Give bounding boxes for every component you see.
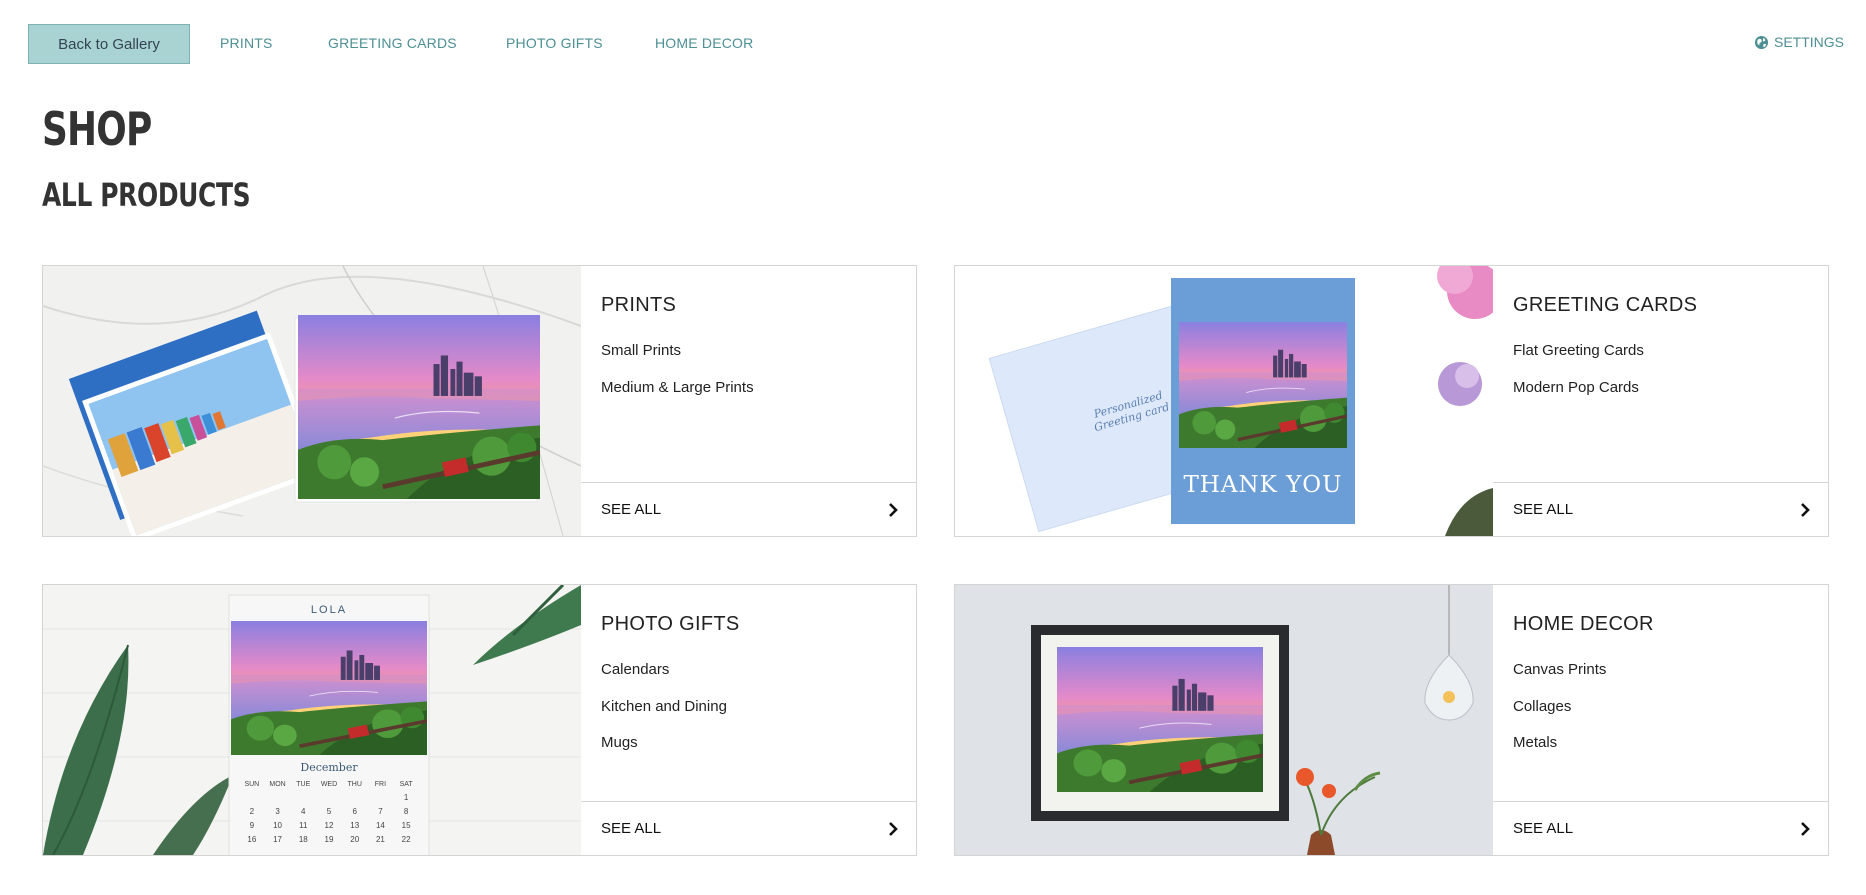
calendar-day: 20 — [350, 835, 360, 844]
calendar-day: 15 — [401, 821, 411, 830]
chevron-right-icon — [889, 502, 898, 517]
prints-info: PRINTS Small Prints Medium & Large Print… — [581, 266, 916, 536]
nav-link-greeting-cards[interactable]: GREETING CARDS — [328, 35, 457, 51]
product-card-home-decor: HOME DECOR Canvas Prints Collages Metals… — [954, 584, 1829, 856]
link-modern-pop-cards[interactable]: Modern Pop Cards — [1513, 379, 1644, 416]
home-decor-info: HOME DECOR Canvas Prints Collages Metals… — [1493, 585, 1828, 855]
link-small-prints[interactable]: Small Prints — [601, 342, 754, 379]
card-title: PHOTO GIFTS — [601, 613, 740, 635]
calendar-day: 5 — [326, 807, 332, 816]
calendar-weekday: MON — [269, 781, 286, 788]
link-canvas-prints[interactable]: Canvas Prints — [1513, 661, 1606, 698]
link-collages[interactable]: Collages — [1513, 698, 1606, 735]
nav-link-photo-gifts[interactable]: PHOTO GIFTS — [506, 35, 603, 51]
product-card-greeting-cards: Personalized Greeting card THANK YOU GRE… — [954, 265, 1829, 537]
globe-icon — [1754, 35, 1769, 49]
calendar-day: 8 — [403, 807, 409, 816]
link-kitchen-and-dining[interactable]: Kitchen and Dining — [601, 698, 727, 735]
see-all-label: SEE ALL — [601, 501, 662, 518]
calendar-day: 17 — [273, 835, 283, 844]
calendar-day: 12 — [324, 821, 334, 830]
calendar-day: 9 — [249, 821, 255, 830]
chevron-right-icon — [1801, 821, 1810, 836]
calendar-grid: SUN MON TUE WED THU FRI SAT 1 2 3 4 5 6 7 8 9 10 11 12 13 14… — [239, 781, 419, 844]
page-title: SHOP — [42, 102, 152, 156]
link-mugs[interactable]: Mugs — [601, 734, 727, 771]
photo-gifts-info: PHOTO GIFTS Calendars Kitchen and Dining… — [581, 585, 916, 855]
calendar-day: 6 — [352, 807, 357, 816]
product-card-prints: PRINTS Small Prints Medium & Large Print… — [42, 265, 917, 537]
card-title: HOME DECOR — [1513, 613, 1654, 635]
see-all-label: SEE ALL — [1513, 501, 1574, 518]
home-decor-image[interactable] — [955, 585, 1493, 855]
top-navigation: Back to Gallery PRINTS GREETING CARDS PH… — [0, 0, 1866, 90]
calendar-day: 2 — [249, 807, 255, 816]
calendar-blank-cell — [368, 793, 394, 802]
calendar-blank-cell — [342, 793, 368, 802]
calendar-name: LOLA — [310, 604, 348, 616]
calendar-weekday: SUN — [244, 781, 260, 788]
calendar-day: 21 — [375, 835, 385, 844]
link-metals[interactable]: Metals — [1513, 734, 1606, 771]
calendar-day: 19 — [324, 835, 334, 844]
greeting-cards-info: GREETING CARDS Flat Greeting Cards Moder… — [1493, 266, 1828, 536]
calendar-blank-cell — [290, 793, 316, 802]
see-all-photo-gifts-button[interactable]: SEE ALL — [581, 801, 916, 855]
calendar-weekday: THU — [347, 781, 362, 788]
settings-button[interactable]: SETTINGS — [1754, 34, 1844, 50]
card-title: PRINTS — [601, 294, 677, 316]
prints-image[interactable] — [43, 266, 581, 536]
calendar-day: 22 — [401, 835, 411, 844]
see-all-label: SEE ALL — [601, 820, 662, 837]
nav-link-home-decor[interactable]: HOME DECOR — [655, 35, 753, 51]
calendar-weekday: FRI — [374, 781, 387, 788]
see-all-home-decor-button[interactable]: SEE ALL — [1493, 801, 1828, 855]
page-subtitle: ALL PRODUCTS — [42, 176, 251, 214]
calendar-day: 1 — [403, 793, 409, 802]
calendar-weekday: WED — [320, 781, 338, 788]
calendar-day: 4 — [301, 807, 306, 816]
link-medium-large-prints[interactable]: Medium & Large Prints — [601, 379, 754, 416]
link-calendars[interactable]: Calendars — [601, 661, 727, 698]
calendar-weekday: TUE — [296, 781, 311, 788]
see-all-greeting-cards-button[interactable]: SEE ALL — [1493, 482, 1828, 536]
card-title: GREETING CARDS — [1513, 294, 1698, 316]
chevron-right-icon — [889, 821, 898, 836]
calendar-day: 3 — [275, 807, 280, 816]
calendar-day: 7 — [378, 807, 383, 816]
nav-link-prints[interactable]: PRINTS — [220, 35, 273, 51]
calendar-blank-cell — [316, 793, 342, 802]
calendar-day: 10 — [273, 821, 283, 830]
see-all-prints-button[interactable]: SEE ALL — [581, 482, 916, 536]
calendar-month: December — [300, 761, 358, 774]
chevron-right-icon — [1801, 502, 1810, 517]
calendar-day: 18 — [298, 835, 308, 844]
photo-gifts-image[interactable]: LOLA December SUN MON TUE WED THU FRI SAT 1 2 3 4 5… — [43, 585, 581, 855]
calendar-day: 14 — [375, 821, 385, 830]
calendar-blank-cell — [265, 793, 291, 802]
calendar-day: 11 — [299, 821, 308, 830]
thank-you-text: THANK YOU — [1183, 472, 1343, 498]
calendar-day: 13 — [350, 821, 360, 830]
link-flat-greeting-cards[interactable]: Flat Greeting Cards — [1513, 342, 1644, 379]
calendar-day: 16 — [247, 835, 257, 844]
calendar-blank-cell — [239, 793, 265, 802]
see-all-label: SEE ALL — [1513, 820, 1574, 837]
product-card-photo-gifts: LOLA December SUN MON TUE WED THU FRI SAT 1 2 3 4 5… — [42, 584, 917, 856]
greeting-cards-image[interactable]: Personalized Greeting card THANK YOU — [955, 266, 1493, 536]
settings-label: SETTINGS — [1773, 34, 1844, 50]
calendar-weekday: SAT — [399, 781, 413, 788]
back-to-gallery-button[interactable]: Back to Gallery — [28, 24, 190, 64]
